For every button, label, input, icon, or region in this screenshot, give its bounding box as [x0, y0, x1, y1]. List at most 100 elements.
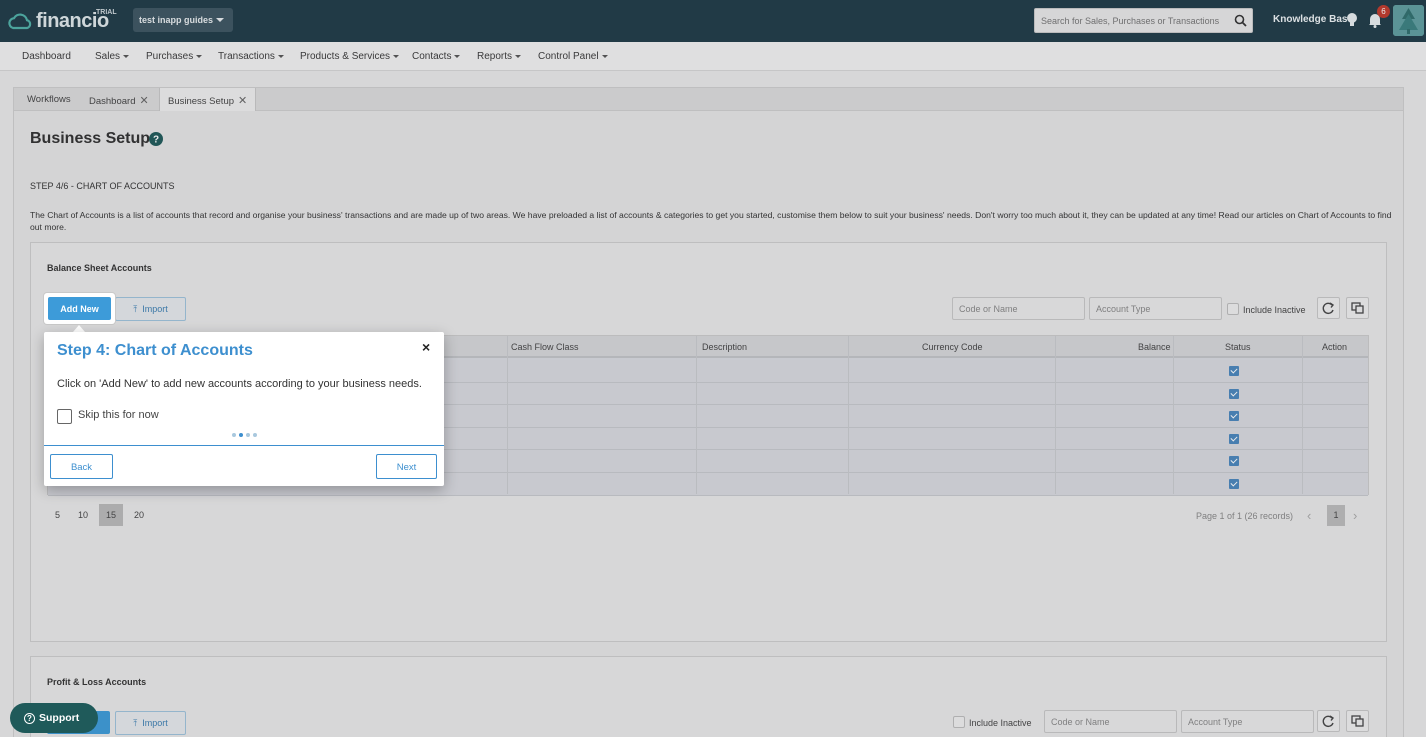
chevron-right-icon[interactable]: ›	[1353, 508, 1357, 523]
nav-dashboard[interactable]: Dashboard	[22, 51, 71, 62]
status-checkbox[interactable]	[1229, 433, 1239, 444]
guide-popup: Step 4: Chart of Accounts × Click on 'Ad…	[44, 332, 444, 486]
column-divider	[1173, 336, 1174, 494]
import-button[interactable]: ⤒ Import	[115, 297, 186, 321]
import-label: Import	[142, 304, 168, 314]
step-dots	[232, 433, 257, 438]
tab-workflows[interactable]: Workflows	[19, 88, 79, 111]
page-description: The Chart of Accounts is a list of accou…	[30, 210, 1392, 232]
app-logo[interactable]: financio	[8, 8, 109, 34]
include-inactive-checkbox-pl[interactable]	[953, 716, 965, 728]
notification-badge: 6	[1377, 5, 1390, 18]
status-checkbox[interactable]	[1229, 411, 1239, 422]
page-title: Business Setup	[30, 130, 151, 147]
caret-down-icon	[515, 54, 522, 58]
include-inactive-checkbox[interactable]	[1227, 303, 1239, 315]
columns-icon	[1351, 715, 1364, 727]
account-type-field[interactable]: Account Type	[1089, 297, 1222, 320]
code-or-name-field[interactable]: Code or Name	[952, 297, 1085, 320]
page-number[interactable]: 1	[1327, 505, 1345, 526]
skip-label: Skip this for now	[78, 409, 159, 421]
nav-label: Dashboard	[22, 51, 71, 62]
upload-icon: ⤒	[133, 718, 138, 728]
search-input[interactable]	[1035, 9, 1225, 32]
column-divider	[1302, 336, 1303, 494]
columns-button-pl[interactable]	[1346, 710, 1369, 732]
column-header[interactable]: Balance	[1138, 342, 1171, 352]
search-icon[interactable]	[1234, 14, 1247, 27]
column-header[interactable]: Cash Flow Class	[511, 342, 579, 352]
tab-label: Business Setup	[168, 96, 235, 107]
support-label: Support	[39, 712, 80, 724]
nav-contacts[interactable]: Contacts	[412, 51, 461, 62]
column-header[interactable]: Currency Code	[922, 342, 983, 352]
refresh-button-pl[interactable]	[1317, 710, 1340, 732]
chevron-left-icon[interactable]: ‹	[1307, 508, 1311, 523]
tab-business-setup[interactable]: Business Setup ✕	[159, 88, 257, 111]
caret-down-icon	[123, 54, 130, 58]
import-button-pl[interactable]: ⤒ Import	[115, 711, 186, 735]
status-checkbox[interactable]	[1229, 479, 1239, 489]
include-inactive-label-pl: Include Inactive	[969, 718, 1032, 728]
tab-dashboard[interactable]: Dashboard ✕	[81, 88, 157, 111]
column-divider	[848, 336, 849, 494]
status-checkbox[interactable]	[1229, 366, 1239, 376]
global-search[interactable]	[1034, 8, 1253, 33]
main-nav: Dashboard Sales Purchases Transactions P…	[0, 42, 1426, 71]
import-label: Import	[142, 718, 168, 728]
columns-icon	[1351, 302, 1364, 314]
columns-button[interactable]	[1346, 297, 1369, 319]
skip-checkbox[interactable]	[57, 409, 72, 424]
column-divider	[507, 336, 508, 494]
refresh-icon	[1322, 715, 1335, 728]
close-icon[interactable]: ✕	[139, 95, 148, 107]
status-checkbox[interactable]	[1229, 456, 1239, 467]
next-button[interactable]: Next	[376, 454, 437, 479]
column-header[interactable]: Description	[702, 342, 747, 352]
caret-down-icon	[277, 54, 284, 58]
step-dot	[239, 433, 243, 437]
nav-reports[interactable]: Reports	[477, 51, 522, 62]
back-button[interactable]: Back	[50, 454, 113, 479]
nav-transactions[interactable]: Transactions	[218, 51, 284, 62]
caret-down-icon	[454, 54, 461, 58]
tab-bar: Workflows Dashboard ✕ Business Setup ✕	[13, 87, 1404, 111]
divider	[44, 445, 444, 446]
page-size-option[interactable]: 20	[134, 510, 144, 520]
support-button[interactable]: ? Support	[10, 703, 98, 733]
user-avatar[interactable]	[1393, 5, 1424, 36]
code-or-name-field-pl[interactable]: Code or Name	[1044, 710, 1177, 733]
nav-control-panel[interactable]: Control Panel	[538, 51, 608, 62]
nav-products-services[interactable]: Products & Services	[300, 51, 400, 62]
upload-icon: ⤒	[133, 304, 138, 314]
balance-sheet-title: Balance Sheet Accounts	[47, 263, 152, 273]
page-size-option[interactable]: 5	[55, 510, 60, 520]
page-size-option[interactable]: 10	[78, 510, 88, 520]
column-header[interactable]: Action	[1322, 342, 1347, 352]
tab-label: Dashboard	[89, 96, 136, 107]
column-header[interactable]: Status	[1225, 342, 1251, 352]
column-divider	[696, 336, 697, 494]
lightbulb-icon[interactable]	[1346, 12, 1358, 28]
avatar-icon	[1393, 5, 1424, 36]
page-info: Page 1 of 1 (26 records)	[1196, 511, 1294, 521]
organisation-select[interactable]: test inapp guides	[133, 8, 233, 32]
refresh-button[interactable]	[1317, 297, 1340, 319]
caret-down-icon	[393, 54, 400, 58]
nav-purchases[interactable]: Purchases	[146, 51, 203, 62]
add-new-button[interactable]: Add New	[48, 297, 111, 320]
refresh-icon	[1322, 302, 1335, 315]
status-checkbox[interactable]	[1229, 388, 1239, 399]
step-dot	[232, 433, 236, 437]
help-icon[interactable]: ?	[149, 132, 163, 146]
column-divider	[1055, 336, 1056, 494]
nav-label: Products & Services	[300, 51, 391, 62]
account-type-field-pl[interactable]: Account Type	[1181, 710, 1314, 733]
organisation-name: test inapp guides	[139, 15, 214, 25]
knowledge-base-link[interactable]: Knowledge Base	[1273, 14, 1353, 25]
close-icon[interactable]: ×	[422, 339, 430, 355]
tab-label: Workflows	[27, 94, 71, 105]
page-size-option-selected[interactable]: 15	[99, 504, 123, 526]
close-icon[interactable]: ✕	[238, 95, 247, 107]
nav-sales[interactable]: Sales	[95, 51, 130, 62]
